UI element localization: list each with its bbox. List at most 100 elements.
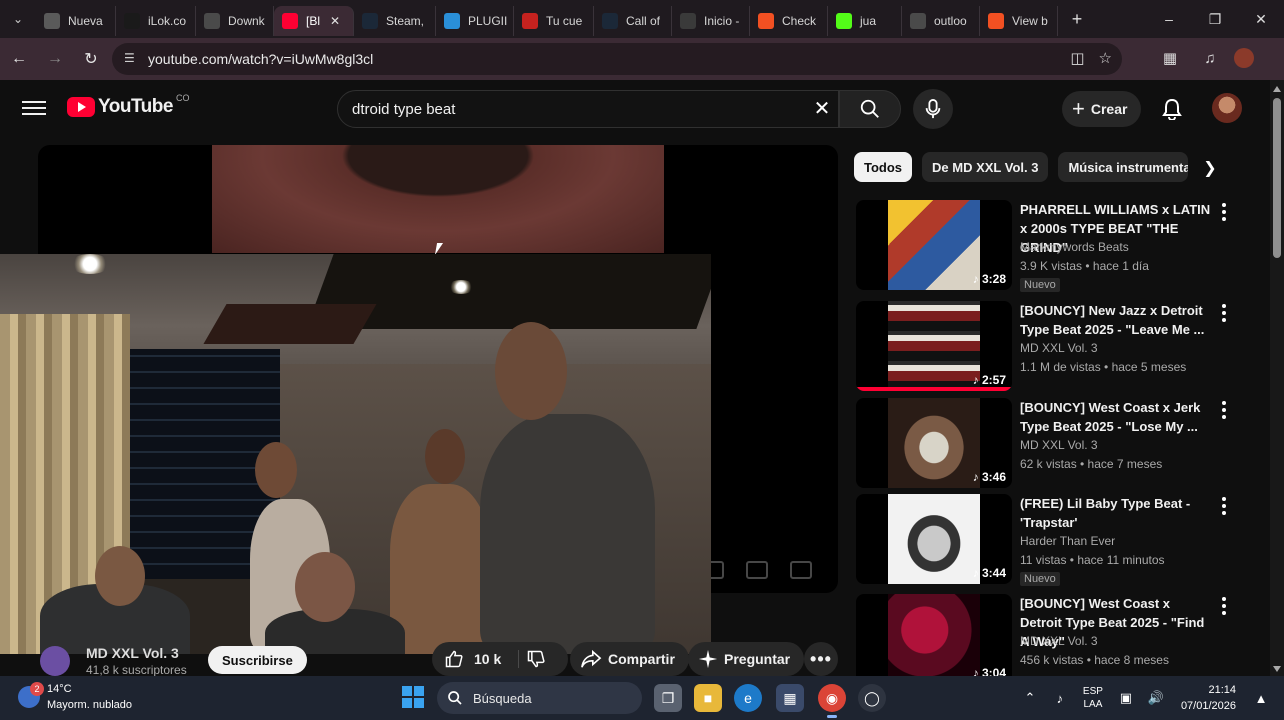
windows-start-icon[interactable] bbox=[402, 686, 424, 708]
address-bar[interactable]: ☰ youtube.com/watch?v=iUwMw8gl3cl ◫ ☆ bbox=[112, 43, 1122, 75]
browser-tab[interactable]: Downk bbox=[196, 6, 274, 36]
chrome-icon[interactable]: ◉ bbox=[818, 684, 846, 718]
account-avatar[interactable] bbox=[1212, 93, 1242, 123]
filter-chips: Todos De MD XXL Vol. 3 Música instrument… bbox=[854, 152, 1189, 182]
video-thumbnail[interactable]: ♪ 3:44 bbox=[856, 494, 1012, 584]
browser-tab[interactable]: Call of bbox=[594, 6, 672, 36]
edge-icon[interactable]: e bbox=[734, 684, 762, 712]
browser-tab[interactable]: PLUGII bbox=[436, 6, 514, 36]
video-channel[interactable]: MD XXL Vol. 3 bbox=[1020, 341, 1098, 355]
video-title[interactable]: [BOUNCY] New Jazz x Detroit Type Beat 20… bbox=[1020, 301, 1214, 339]
video-thumbnail[interactable]: ♪ 3:46 bbox=[856, 398, 1012, 488]
clear-search-icon[interactable]: ✕ bbox=[810, 96, 834, 120]
youtube-header: YouTube CO dtroid type beat ✕ + Crear bbox=[0, 80, 1270, 136]
tab-search-menu-button[interactable]: ⌄ bbox=[0, 0, 36, 38]
like-count[interactable]: 10 k bbox=[474, 651, 501, 667]
like-icon[interactable] bbox=[444, 649, 464, 669]
video-duration: ♪ 3:44 bbox=[972, 566, 1006, 580]
chip-all[interactable]: Todos bbox=[854, 152, 913, 182]
video-channel[interactable]: Markmywords Beats bbox=[1020, 240, 1129, 254]
install-app-icon[interactable]: ◫ bbox=[1070, 49, 1084, 67]
browser-tab[interactable]: Tu cue bbox=[514, 6, 594, 36]
more-vertical-icon[interactable] bbox=[1218, 400, 1230, 420]
minimize-button[interactable]: – bbox=[1146, 0, 1192, 38]
taskbar-search[interactable]: Búsqueda bbox=[437, 682, 642, 714]
scroll-up-arrow[interactable] bbox=[1273, 86, 1281, 92]
weather-badge: 2 bbox=[30, 682, 44, 696]
browser-tab[interactable]: Steam, bbox=[354, 6, 436, 36]
recommendation-item[interactable]: ♪ 3:44 (FREE) Lil Baby Type Beat - 'Traps… bbox=[856, 494, 1256, 586]
video-thumbnail[interactable]: ♪ 2:57 bbox=[856, 301, 1012, 391]
extensions-icon[interactable]: ▦ bbox=[1154, 42, 1186, 74]
new-tab-button[interactable]: + bbox=[1062, 9, 1092, 30]
notification-icon[interactable]: ▲ bbox=[1248, 685, 1274, 711]
task-view-icon[interactable]: ❐ bbox=[654, 684, 682, 712]
app-icon[interactable]: ◯ bbox=[858, 684, 886, 712]
more-vertical-icon[interactable] bbox=[1218, 596, 1230, 616]
weather-widget[interactable]: 2 14°C Mayorm. nublado bbox=[18, 682, 218, 714]
video-channel[interactable]: Harder Than Ever bbox=[1020, 534, 1115, 548]
browser-tab[interactable]: Nueva bbox=[36, 6, 116, 36]
browser-tab[interactable]: jua bbox=[828, 6, 902, 36]
channel-name[interactable]: MD XXL Vol. 3 bbox=[86, 645, 179, 661]
volume-icon[interactable]: 🔊 bbox=[1143, 685, 1169, 711]
recommendation-item[interactable]: ♪ 3:04 [BOUNCY] West Coast x Detroit Type… bbox=[856, 594, 1256, 684]
recommendation-item[interactable]: ♪ 3:28 PHARRELL WILLIAMS x LATIN x 2000s … bbox=[856, 200, 1256, 292]
recommendation-item[interactable]: ♪ 3:46 [BOUNCY] West Coast x Jerk Type Be… bbox=[856, 398, 1256, 488]
video-thumbnail[interactable]: ♪ 3:28 bbox=[856, 200, 1012, 290]
dislike-icon[interactable] bbox=[526, 649, 546, 669]
subscribe-button[interactable]: Suscribirse bbox=[208, 646, 307, 674]
clock[interactable]: 21:14 07/01/2026 bbox=[1181, 682, 1236, 714]
forward-button[interactable]: → bbox=[38, 42, 72, 76]
ask-button[interactable]: Preguntar bbox=[688, 642, 805, 676]
chip-instrumental[interactable]: Música instrumental bbox=[1058, 152, 1189, 182]
store-icon[interactable]: ▦ bbox=[776, 684, 804, 712]
more-actions-button[interactable]: ••• bbox=[804, 642, 838, 676]
video-thumbnail[interactable]: ♪ 3:04 bbox=[856, 594, 1012, 684]
page-scrollbar[interactable] bbox=[1270, 80, 1284, 676]
chevron-up-icon[interactable]: ⌃ bbox=[1017, 685, 1043, 711]
chip-channel[interactable]: De MD XXL Vol. 3 bbox=[922, 152, 1049, 182]
more-vertical-icon[interactable] bbox=[1218, 202, 1230, 222]
notifications-button[interactable] bbox=[1158, 95, 1186, 123]
browser-tab[interactable]: Inicio - bbox=[672, 6, 750, 36]
media-controls-icon[interactable]: ♫ bbox=[1194, 42, 1226, 74]
scrollbar-thumb[interactable] bbox=[1273, 98, 1281, 258]
recommendation-item[interactable]: ♪ 2:57 [BOUNCY] New Jazz x Detroit Type B… bbox=[856, 301, 1256, 391]
video-channel[interactable]: MD XXL Vol. 3 bbox=[1020, 634, 1098, 648]
video-channel[interactable]: MD XXL Vol. 3 bbox=[1020, 438, 1098, 452]
voice-search-button[interactable] bbox=[913, 89, 953, 129]
share-button[interactable]: Compartir bbox=[570, 642, 689, 676]
channel-avatar[interactable] bbox=[40, 646, 70, 676]
microphone-icon[interactable]: ♪ bbox=[1047, 685, 1073, 711]
more-vertical-icon[interactable] bbox=[1218, 496, 1230, 516]
profile-avatar[interactable] bbox=[1234, 48, 1254, 68]
chevron-right-icon[interactable]: ❯ bbox=[1198, 156, 1222, 180]
browser-tab[interactable]: [Bl ✕ bbox=[274, 6, 354, 36]
create-button[interactable]: + Crear bbox=[1062, 91, 1142, 127]
youtube-logo[interactable]: YouTube CO bbox=[67, 93, 189, 118]
menu-icon[interactable] bbox=[22, 97, 46, 117]
language-indicator[interactable]: ESP LAA bbox=[1083, 685, 1103, 711]
browser-tab[interactable]: Check bbox=[750, 6, 828, 36]
reload-button[interactable]: ↻ bbox=[74, 42, 108, 76]
maximize-button[interactable]: ❐ bbox=[1192, 0, 1238, 38]
close-tab-icon[interactable]: ✕ bbox=[330, 14, 340, 28]
file-explorer-icon[interactable]: ■ bbox=[694, 684, 722, 712]
scroll-down-arrow[interactable] bbox=[1273, 666, 1281, 672]
browser-tab[interactable]: iLok.co bbox=[116, 6, 196, 36]
search-input[interactable]: dtroid type beat bbox=[337, 90, 839, 128]
close-window-button[interactable]: ✕ bbox=[1238, 0, 1284, 38]
more-vertical-icon[interactable] bbox=[1218, 303, 1230, 323]
fullscreen-icon[interactable] bbox=[790, 561, 812, 579]
browser-tab[interactable]: outloo bbox=[902, 6, 980, 36]
bookmark-star-icon[interactable]: ☆ bbox=[1099, 49, 1112, 67]
video-title[interactable]: (FREE) Lil Baby Type Beat - 'Trapstar' bbox=[1020, 494, 1214, 532]
site-info-icon[interactable]: ☰ bbox=[124, 51, 140, 67]
network-icon[interactable]: ▣ bbox=[1113, 685, 1139, 711]
browser-tab[interactable]: View b bbox=[980, 6, 1058, 36]
video-title[interactable]: [BOUNCY] West Coast x Jerk Type Beat 202… bbox=[1020, 398, 1214, 436]
theater-mode-icon[interactable] bbox=[746, 561, 768, 579]
search-button[interactable] bbox=[839, 90, 901, 128]
back-button[interactable]: ← bbox=[2, 42, 36, 76]
